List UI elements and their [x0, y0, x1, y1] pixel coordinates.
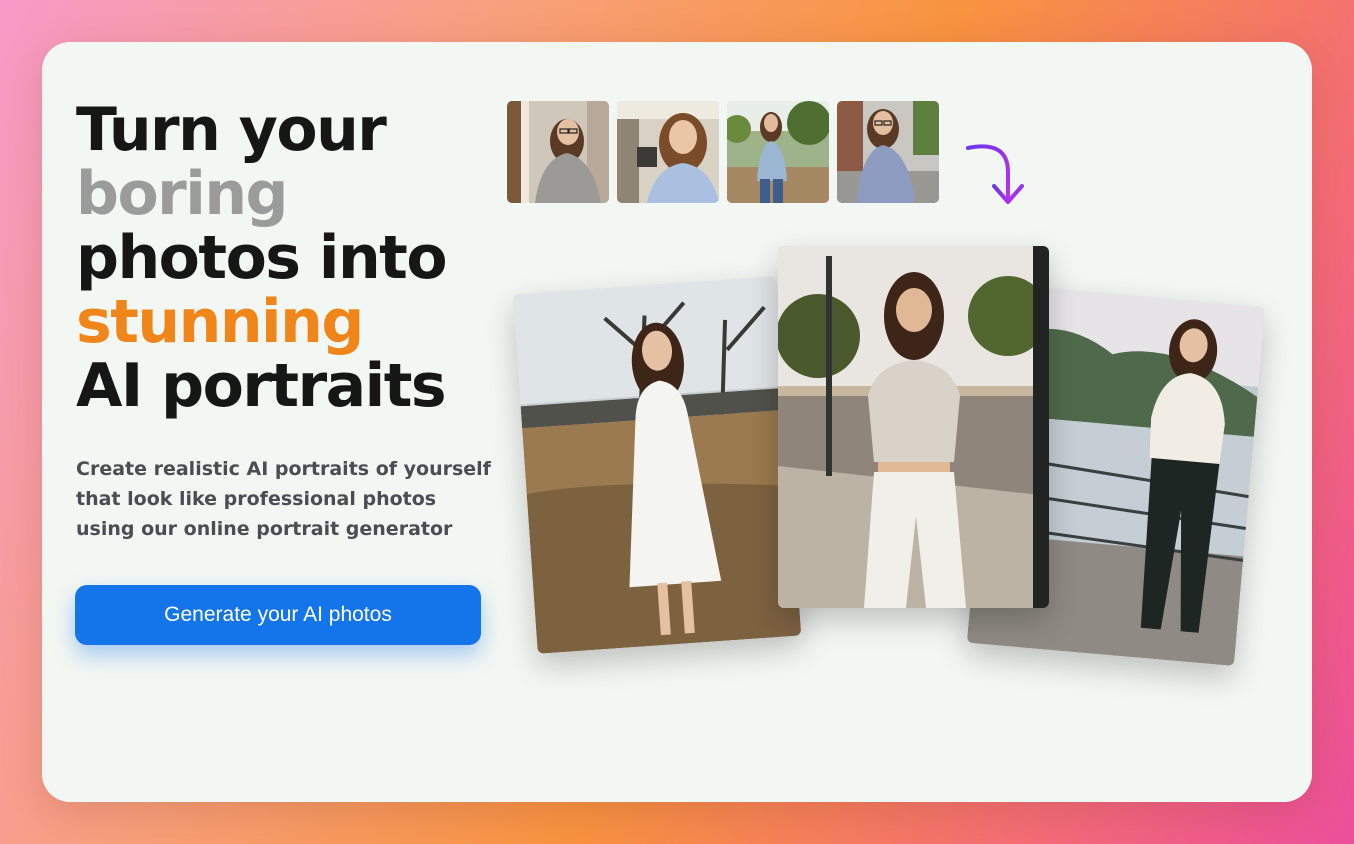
headline-line-1: Turn your [76, 95, 387, 165]
headline-line-3: photos into [76, 223, 448, 293]
input-photo-3 [727, 101, 829, 203]
headline-line-2: boring [76, 159, 289, 229]
portrait-photo-icon [727, 101, 829, 203]
portrait-photo-icon [617, 101, 719, 203]
curved-arrow-down-icon [966, 144, 1024, 204]
portrait-photo-icon [512, 276, 802, 654]
portrait-photo-icon [837, 101, 939, 203]
input-photo-1 [507, 101, 609, 203]
headline-line-5: AI portraits [76, 351, 447, 421]
input-photos-row [507, 101, 939, 203]
input-photo-4 [837, 101, 939, 203]
input-photo-2 [617, 101, 719, 203]
portrait-photo-icon [507, 101, 609, 203]
portrait-photo-icon [778, 246, 1049, 608]
hero-card: Turn your boring photos into stunning AI… [42, 42, 1312, 802]
hero-headline: Turn your boring photos into stunning AI… [76, 95, 448, 421]
generated-portrait-1 [512, 276, 802, 654]
hero-description: Create realistic AI portraits of yoursel… [76, 458, 491, 540]
generate-ai-photos-button[interactable]: Generate your AI photos [75, 585, 481, 645]
generated-portrait-2 [778, 246, 1049, 608]
headline-line-4: stunning [76, 287, 364, 357]
